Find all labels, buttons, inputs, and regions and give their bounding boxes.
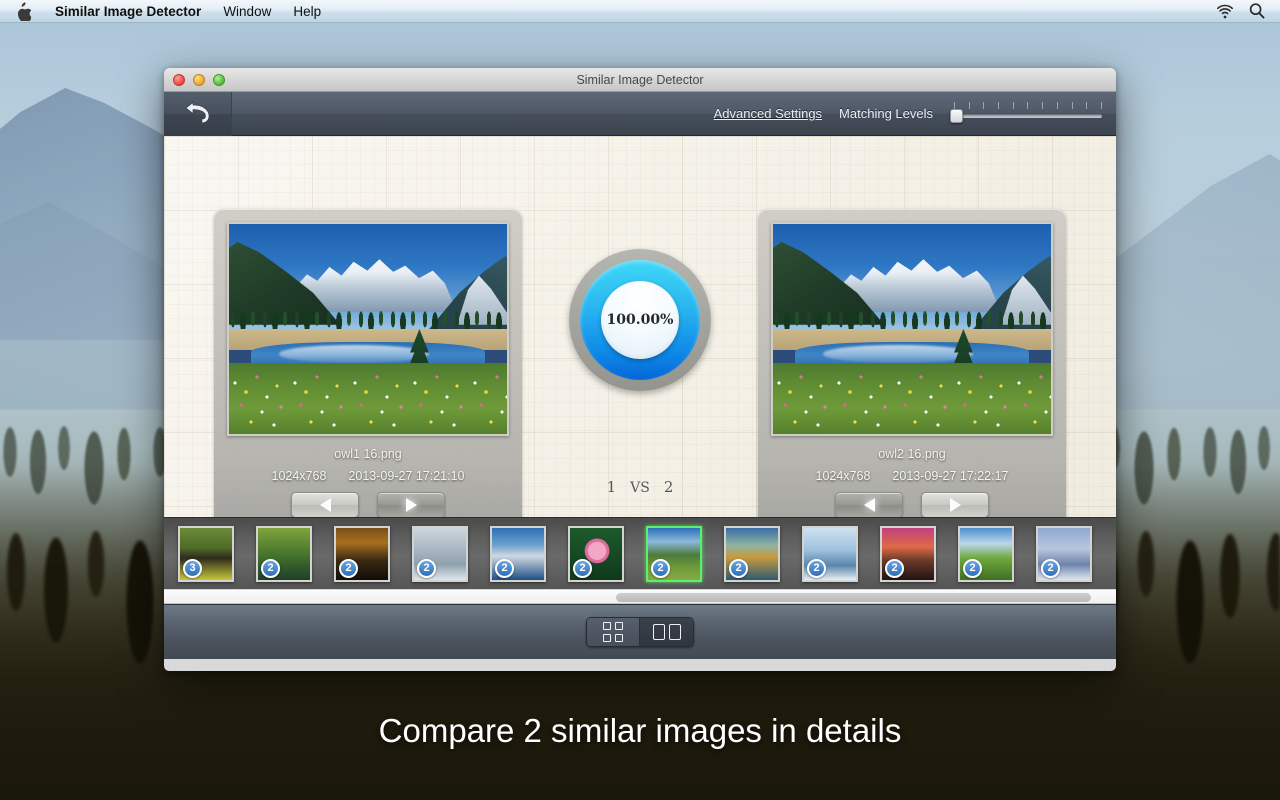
thumbnail-item[interactable]: 2	[334, 525, 390, 582]
slider-knob[interactable]	[950, 108, 963, 123]
apple-logo-icon[interactable]	[14, 1, 31, 21]
thumbnail-badge: 2	[261, 558, 280, 578]
thumbnail-item[interactable]: 2	[1036, 525, 1092, 582]
left-nav-buttons	[214, 492, 522, 518]
right-image-dimensions: 1024x768	[815, 469, 871, 483]
thumbnail-badge: 2	[807, 558, 826, 578]
vs-right-index: 2	[663, 478, 674, 496]
right-prev-button[interactable]	[835, 492, 903, 518]
right-arrow-icon	[949, 498, 961, 512]
right-arrow-icon	[405, 498, 417, 512]
score-ring: 100.00%	[580, 260, 700, 380]
left-next-button[interactable]	[377, 492, 445, 518]
wifi-icon[interactable]	[1216, 2, 1234, 20]
thumbnail-item[interactable]: 3	[178, 525, 234, 582]
matching-levels-label: Matching Levels	[839, 106, 933, 121]
left-arrow-icon	[863, 498, 875, 512]
matching-levels-slider[interactable]	[950, 101, 1102, 127]
right-next-button[interactable]	[921, 492, 989, 518]
grid-view-icon[interactable]	[587, 618, 640, 646]
bottom-toolbar	[164, 604, 1116, 659]
pane-glyph	[652, 624, 681, 640]
thumbnail-badge: 2	[651, 558, 670, 578]
score-inner-circle: 100.00%	[601, 281, 679, 359]
back-arrow-icon[interactable]	[164, 91, 232, 136]
thumbnail-item[interactable]: 2	[256, 525, 312, 582]
right-image-metadata: owl2 16.png 1024x768 2013-09-27 17:22:17	[758, 447, 1066, 483]
thumbnail-badge: 2	[963, 558, 982, 578]
two-pane-view-icon[interactable]	[640, 618, 693, 646]
left-image-preview[interactable]	[227, 222, 509, 436]
left-arrow-icon	[319, 498, 331, 512]
left-image-metadata: owl1 16.png 1024x768 2013-09-27 17:21:10	[214, 447, 522, 483]
thumbnail-badge: 2	[573, 558, 592, 578]
thumbnail-strip[interactable]: 3 2 2 2 2 2 2 2 2 2 2 2	[164, 517, 1116, 589]
thumbnail-item-selected[interactable]: 2	[646, 525, 702, 582]
right-image-timestamp: 2013-09-27 17:22:17	[892, 469, 1009, 483]
thumbnail-badge: 3	[183, 558, 202, 578]
vs-indicator: 1 VS 2	[607, 478, 674, 496]
advanced-settings-link[interactable]: Advanced Settings	[714, 106, 822, 121]
scrollbar-thumb[interactable]	[616, 593, 1091, 602]
thumbnail-badge: 2	[729, 558, 748, 578]
menu-item-window[interactable]: Window	[212, 0, 282, 23]
mac-menu-bar: Similar Image Detector Window Help	[0, 0, 1280, 23]
right-nav-buttons	[758, 492, 1066, 518]
window-titlebar: Similar Image Detector	[164, 68, 1116, 92]
similarity-score-dial: 100.00%	[569, 249, 711, 391]
thumbnail-item[interactable]: 2	[802, 525, 858, 582]
similarity-percentage: 100.00%	[606, 312, 674, 328]
thumbnail-item[interactable]: 2	[412, 525, 468, 582]
compare-area: owl1 16.png 1024x768 2013-09-27 17:21:10…	[164, 136, 1116, 571]
thumbnail-item[interactable]: 2	[958, 525, 1014, 582]
thumbnail-item[interactable]: 2	[880, 525, 936, 582]
thumbnail-item[interactable]: 2	[568, 525, 624, 582]
app-toolbar: Advanced Settings Matching Levels	[164, 91, 1116, 136]
app-window: Similar Image Detector Advanced Settings…	[164, 68, 1116, 671]
vs-left-index: 1	[606, 478, 617, 496]
view-mode-toggle	[586, 617, 694, 647]
menu-app-name[interactable]: Similar Image Detector	[44, 0, 212, 23]
left-image-timestamp: 2013-09-27 17:21:10	[348, 469, 465, 483]
thumbnail-badge: 2	[495, 558, 514, 578]
vs-label: VS	[630, 480, 650, 496]
search-icon[interactable]	[1248, 2, 1266, 20]
menu-item-help[interactable]: Help	[282, 0, 332, 23]
thumbnail-badge: 2	[885, 558, 904, 578]
slider-tick-marks	[954, 101, 1102, 109]
window-title: Similar Image Detector	[576, 72, 704, 87]
thumbnail-item[interactable]: 2	[490, 525, 546, 582]
thumbnail-item[interactable]: 2	[724, 525, 780, 582]
right-image-filename: owl2 16.png	[878, 447, 946, 461]
promo-caption: Compare 2 similar images in details	[378, 712, 902, 749]
thumbnail-badge: 2	[1041, 558, 1060, 578]
horizontal-scrollbar[interactable]	[164, 589, 1116, 604]
thumbnail-badge: 2	[339, 558, 358, 578]
thumbnail-badge: 2	[417, 558, 436, 578]
left-image-filename: owl1 16.png	[334, 447, 402, 461]
left-prev-button[interactable]	[291, 492, 359, 518]
left-image-dimensions: 1024x768	[271, 469, 327, 483]
slider-track[interactable]	[952, 113, 1102, 118]
right-image-preview[interactable]	[771, 222, 1053, 436]
grid-glyph	[603, 622, 623, 642]
